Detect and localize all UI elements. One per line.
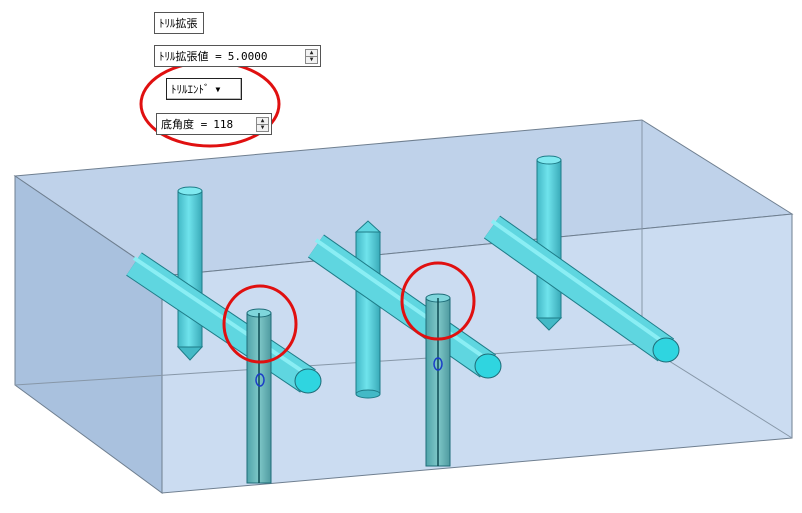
- drill-end-dropdown[interactable]: ﾄﾘﾙｴﾝﾄﾞ ▼: [166, 78, 242, 100]
- spin-down-icon[interactable]: ▼: [257, 124, 268, 131]
- drill-end-label: ﾄﾘﾙｴﾝﾄﾞ: [171, 83, 210, 96]
- viewport[interactable]: [0, 0, 802, 513]
- drill-expand-text: ﾄﾘﾙ拡張: [159, 17, 198, 30]
- spin-down-icon[interactable]: ▼: [306, 56, 317, 63]
- bottom-angle-label: 底角度 =: [161, 118, 208, 131]
- drill-hole[interactable]: [354, 220, 382, 399]
- drill-expand-value[interactable]: 5.0000: [228, 50, 268, 63]
- drill-expand-value-label: ﾄﾘﾙ拡張値 =: [159, 50, 222, 63]
- bottom-angle-field[interactable]: 底角度 = 118 ▲ ▼: [156, 113, 272, 135]
- selected-drill-hole[interactable]: [425, 293, 451, 467]
- chevron-down-icon: ▼: [215, 84, 221, 94]
- drill-expand-value-field[interactable]: ﾄﾘﾙ拡張値 = 5.0000 ▲ ▼: [154, 45, 321, 67]
- angle-spinner[interactable]: ▲ ▼: [256, 117, 269, 132]
- bottom-angle-value[interactable]: 118: [213, 118, 233, 131]
- selected-drill-hole[interactable]: [246, 308, 272, 484]
- drill-expand-label: ﾄﾘﾙ拡張: [154, 12, 204, 34]
- drill-hole[interactable]: [535, 155, 563, 331]
- value-spinner[interactable]: ▲ ▼: [305, 49, 318, 64]
- drill-hole[interactable]: [176, 186, 204, 361]
